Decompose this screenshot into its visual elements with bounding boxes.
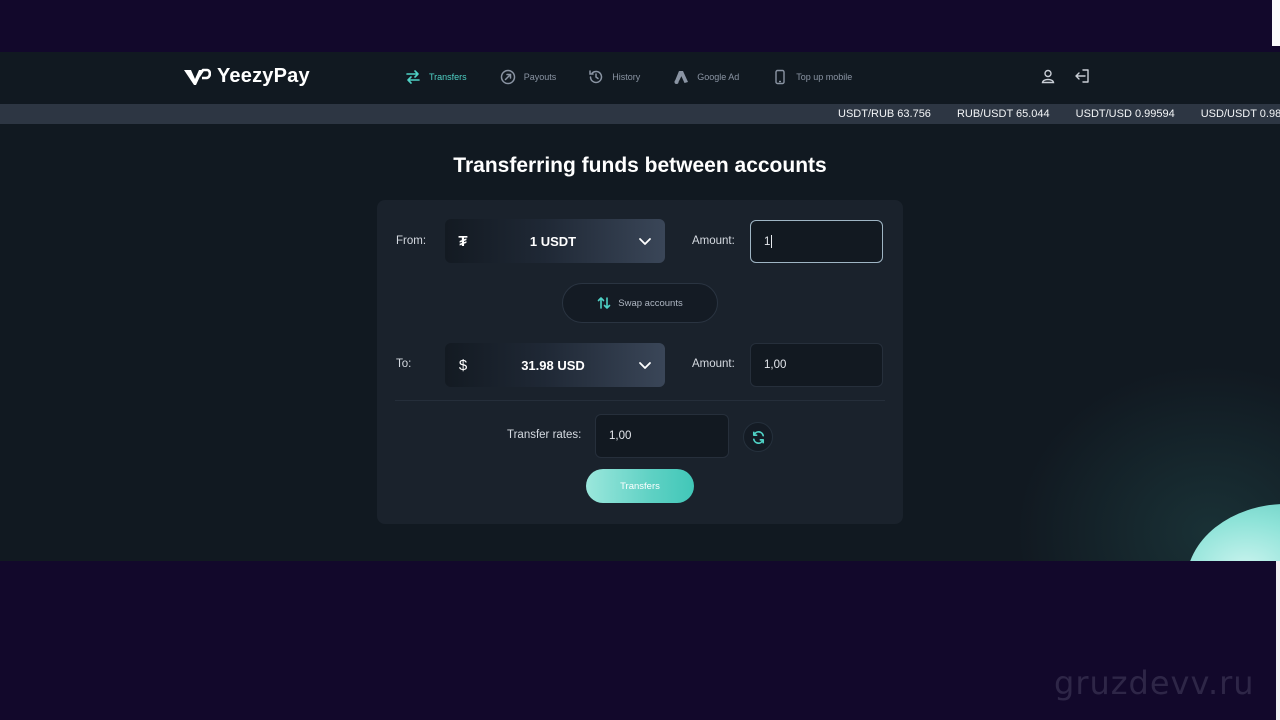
google-ads-icon <box>674 71 689 84</box>
to-amount-label: Amount: <box>692 358 735 370</box>
ticker-item: USD/USDT 0.984 <box>1200 108 1280 120</box>
transfer-card: From: ₮ 1 USDT Amount: 1 Swap accounts T… <box>377 200 903 524</box>
nav-item-history[interactable]: History <box>588 66 640 88</box>
nav-item-payouts[interactable]: Payouts <box>500 66 557 88</box>
to-label: To: <box>396 358 412 370</box>
window-edge <box>1276 561 1280 720</box>
nav-item-transfers[interactable]: Transfers <box>405 66 467 88</box>
from-account-value: 1 USDT <box>529 233 577 249</box>
logo-icon <box>184 68 211 85</box>
window-edge <box>1272 0 1280 46</box>
nav-label: History <box>612 72 641 82</box>
chevron-down-icon <box>625 234 665 248</box>
transfers-submit-button[interactable]: Transfers <box>586 469 694 503</box>
page-title: Transferring funds between accounts <box>453 154 827 177</box>
ticker-track: USDT/RUB 63.756 RUB/USDT 65.044 USDT/USD… <box>838 104 1280 124</box>
from-amount-value: 1 <box>764 235 771 248</box>
top-band <box>0 0 1280 52</box>
dollar-icon: $ <box>458 356 468 374</box>
transfer-rates-value: 1,00 <box>609 430 632 442</box>
logout-icon[interactable] <box>1074 68 1090 84</box>
refresh-rates-button[interactable] <box>743 422 773 452</box>
from-label: From: <box>396 235 427 247</box>
nav-item-google-ad[interactable]: Google Ad <box>673 66 739 88</box>
nav-label: Payouts <box>523 72 557 82</box>
history-icon <box>589 70 603 84</box>
user-icon[interactable] <box>1040 68 1056 84</box>
transfer-rates-input[interactable]: 1,00 <box>595 414 729 458</box>
swap-accounts-button[interactable]: Swap accounts <box>562 283 718 323</box>
ticker-item: RUB/USDT 65.044 <box>956 108 1050 120</box>
navbar: YeezyPay Transfers Payouts History Googl… <box>0 52 1280 104</box>
divider <box>395 400 885 401</box>
swap-icon <box>597 297 611 309</box>
to-account-select[interactable]: $ 31.98 USD <box>445 343 665 387</box>
header-actions <box>1040 68 1090 84</box>
main-nav: Transfers Payouts History Google Ad Top … <box>405 66 852 88</box>
from-amount-input[interactable]: 1 <box>750 220 883 263</box>
ticker-item: USDT/RUB 63.756 <box>838 108 931 120</box>
app-window: YeezyPay Transfers Payouts History Googl… <box>0 52 1280 561</box>
from-account-select[interactable]: ₮ 1 USDT <box>445 219 665 263</box>
text-caret <box>771 235 773 248</box>
transfer-icon <box>406 70 420 84</box>
from-amount-label: Amount: <box>692 235 735 247</box>
refresh-icon <box>752 430 764 444</box>
watermark: gruzdevv.ru <box>1054 664 1255 702</box>
to-account-value: 31.98 USD <box>521 357 585 373</box>
to-amount-value: 1,00 <box>764 359 787 371</box>
swap-label: Swap accounts <box>618 297 683 309</box>
nav-label: Top up mobile <box>796 72 853 82</box>
payout-icon <box>500 69 515 85</box>
brand-logo[interactable]: YeezyPay <box>183 65 310 88</box>
transfer-rates-label: Transfer rates: <box>507 429 582 441</box>
chevron-down-icon <box>625 358 665 372</box>
nav-label: Google Ad <box>697 72 740 82</box>
nav-item-top-up-mobile[interactable]: Top up mobile <box>772 66 852 88</box>
rates-ticker: USDT/RUB 63.756 RUB/USDT 65.044 USDT/USD… <box>0 104 1280 124</box>
tether-icon: ₮ <box>458 232 468 250</box>
mobile-icon <box>775 69 785 85</box>
ticker-item: USDT/USD 0.99594 <box>1075 108 1175 120</box>
nav-label: Transfers <box>429 72 467 82</box>
brand-name: YeezyPay <box>217 65 310 87</box>
to-amount-input[interactable]: 1,00 <box>750 343 883 387</box>
